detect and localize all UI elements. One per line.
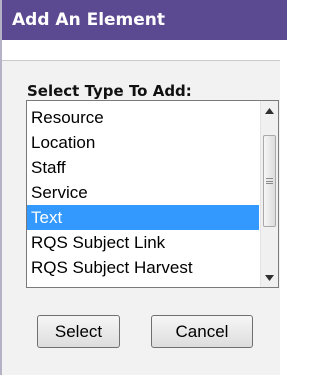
scroll-grip-icon	[266, 178, 273, 184]
option-list: Resource Location Staff Service Text RQS…	[27, 105, 259, 280]
list-option-service[interactable]: Service	[27, 180, 259, 205]
scroll-thumb[interactable]	[263, 135, 276, 227]
list-option-rqs-subject-harvest[interactable]: RQS Subject Harvest	[27, 255, 259, 280]
scroll-up-button[interactable]	[261, 102, 278, 119]
list-label: Select Type To Add:	[27, 82, 192, 100]
list-option-resource[interactable]: Resource	[27, 105, 259, 130]
scroll-down-button[interactable]	[261, 269, 278, 286]
scroll-up-icon	[265, 107, 274, 114]
type-listbox[interactable]: Resource Location Staff Service Text RQS…	[26, 100, 279, 288]
list-option-text[interactable]: Text	[27, 205, 259, 230]
cancel-button[interactable]: Cancel	[151, 315, 253, 348]
scroll-down-icon	[265, 274, 274, 281]
add-element-dialog: Add An Element Select Type To Add: Resou…	[0, 0, 287, 375]
dialog-title: Add An Element	[2, 0, 287, 40]
list-option-staff[interactable]: Staff	[27, 155, 259, 180]
list-scrollbar[interactable]	[260, 101, 278, 287]
list-option-location[interactable]: Location	[27, 130, 259, 155]
select-button[interactable]: Select	[37, 315, 120, 348]
list-option-rqs-subject-link[interactable]: RQS Subject Link	[27, 230, 259, 255]
